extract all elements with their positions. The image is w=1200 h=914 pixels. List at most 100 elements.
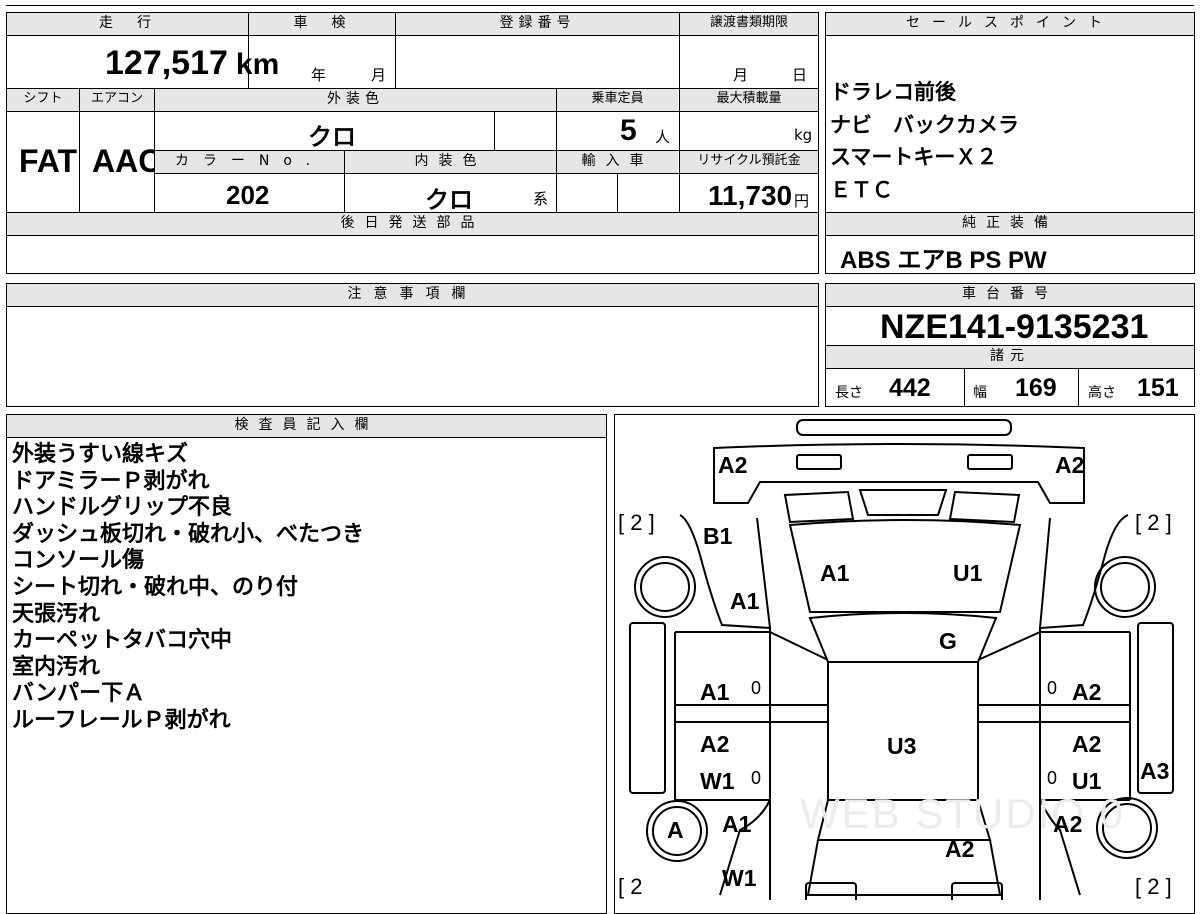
sales-point-line: スマートキーＸ２	[830, 145, 998, 169]
sales-points-header: セールスポイント	[826, 13, 1194, 35]
damage-mark: A2	[700, 731, 730, 757]
capacity-unit: 人	[655, 128, 671, 146]
sales-point-line: ＥＴＣ	[830, 177, 893, 202]
exterior-color-value: クロ	[308, 123, 356, 151]
genuine-equipment-header: 純正装備	[826, 213, 1194, 235]
mileage-unit: km	[235, 48, 280, 81]
tire-mark-front-left: [ 2 ]	[618, 510, 655, 535]
genuine-equipment-value: ABS エアB PS PW	[840, 247, 1047, 274]
inspector-note: ドアミラーＰ剥がれ	[12, 468, 210, 494]
width-value: 169	[1015, 374, 1057, 402]
inspection-header: 車 検	[249, 13, 395, 35]
length-label: 長さ	[835, 385, 863, 401]
rear-bumper-shape	[805, 882, 857, 900]
inspector-notes-list: 外装うすい線キズ ドアミラーＰ剥がれ ハンドルグリップ不良 ダッシュ板切れ・破れ…	[12, 442, 364, 735]
rear-plate-shape	[951, 882, 1003, 900]
damage-mark: U1	[1072, 768, 1102, 794]
inspector-header: 検査員記入欄	[7, 415, 606, 437]
max-load-header: 最大積載量	[680, 89, 818, 111]
mileage-header: 走 行	[7, 13, 248, 35]
damage-mark: U1	[953, 560, 983, 586]
front-bumper-shape	[796, 419, 1012, 436]
left-side-strip-shape	[629, 622, 666, 794]
interior-color-value: クロ	[425, 186, 473, 214]
damage-mark: A2	[1055, 452, 1085, 478]
recycle-value: 11,730	[708, 180, 793, 211]
inspection-year: 年	[311, 66, 327, 84]
later-parts-header: 後日発送部品	[7, 213, 818, 235]
wheel-front-left-shape	[634, 556, 696, 618]
shift-header: シフト	[7, 89, 79, 111]
sales-point-line: ドラレコ前後	[830, 80, 956, 104]
damage-mark: A	[667, 817, 684, 843]
sales-points-list: ドラレコ前後 ナビ バックカメラ スマートキーＸ２ ＥＴＣ	[830, 76, 1019, 206]
top-edge-cutoff	[6, 0, 1194, 6]
color-no-value: 202	[226, 180, 270, 210]
zero-mark: 0	[751, 678, 762, 698]
damage-mark: A2	[718, 452, 748, 478]
chassis-number: NZE141-9135231	[880, 308, 1149, 346]
interior-color-header: 内装色	[345, 151, 556, 173]
inspector-note: バンパー下Ａ	[12, 681, 146, 707]
color-no-header: カラーNo.	[155, 151, 344, 173]
inspector-note: ハンドルグリップ不良	[12, 495, 233, 521]
chassis-header: 車台番号	[826, 284, 1194, 306]
zero-mark: 0	[1047, 678, 1058, 698]
body-outline-shape	[679, 514, 1129, 900]
specs-header: 諸元	[826, 346, 1194, 368]
damage-mark: A2	[945, 836, 975, 862]
damage-mark: U3	[887, 733, 917, 759]
inspector-note: カーペットタバコ穴中	[12, 628, 233, 654]
inspector-note: ダッシュ板切れ・破れ小、べたつき	[12, 521, 365, 547]
transfer-deadline-header: 譲渡書類期限	[680, 13, 818, 35]
transfer-day: 日	[792, 66, 808, 84]
damage-mark: A1	[722, 811, 752, 837]
roof-shape	[827, 662, 979, 801]
windshield-shape	[808, 612, 998, 663]
zero-mark: 0	[1047, 768, 1058, 788]
shift-value: FAT	[19, 143, 78, 179]
inspector-note: 天張汚れ	[12, 601, 101, 627]
inspector-note: シート切れ・破れ中、のり付	[12, 574, 299, 600]
zero-mark: 0	[751, 768, 762, 788]
damage-mark: B1	[703, 523, 733, 549]
tire-mark-rear-left: [ 2	[618, 874, 643, 899]
width-label: 幅	[973, 385, 987, 401]
sales-point-line: ナビ バックカメラ	[830, 112, 1019, 137]
damage-mark: A1	[730, 588, 760, 614]
front-panel-shape	[713, 443, 1085, 504]
transfer-month: 月	[733, 66, 749, 84]
inspector-note: 外装うすい線キズ	[12, 442, 189, 467]
tire-mark-rear-right: [ 2 ]	[1135, 874, 1172, 899]
inspector-note: ルーフレールＰ剥がれ	[12, 707, 231, 733]
capacity-value: 5	[620, 114, 637, 147]
height-label: 高さ	[1088, 385, 1116, 401]
damage-mark: G	[939, 628, 957, 654]
ac-value: AAC	[92, 143, 162, 179]
import-header: 輸入車	[557, 151, 678, 173]
registration-header: 登録番号	[396, 13, 679, 35]
notes-header: 注意事項欄	[7, 284, 818, 306]
inspector-note: 室内汚れ	[12, 654, 101, 680]
damage-mark: A1	[700, 679, 730, 705]
inspection-month: 月	[371, 66, 387, 84]
grille-shape	[783, 490, 855, 524]
wheel-front-right-shape	[1094, 556, 1156, 618]
damage-mark: A3	[1140, 758, 1170, 784]
recycle-header: リサイクル預託金	[680, 151, 818, 173]
damage-mark: W1	[722, 865, 757, 891]
interior-color-suffix: 系	[533, 190, 549, 208]
grille-right-shape	[948, 490, 1021, 524]
headlight-right-shape	[967, 454, 1013, 470]
damage-mark: A2	[1053, 811, 1083, 837]
ac-header: エアコン	[80, 89, 154, 111]
length-value: 442	[889, 374, 931, 402]
capacity-header: 乗車定員	[557, 89, 678, 111]
tire-mark-front-right: [ 2 ]	[1135, 510, 1172, 535]
max-load-unit: kg	[794, 126, 813, 144]
damage-mark: A1	[820, 560, 850, 586]
damage-mark: W1	[700, 768, 735, 794]
damage-mark: A2	[1072, 679, 1102, 705]
height-value: 151	[1137, 374, 1179, 402]
recycle-unit: 円	[794, 192, 810, 210]
